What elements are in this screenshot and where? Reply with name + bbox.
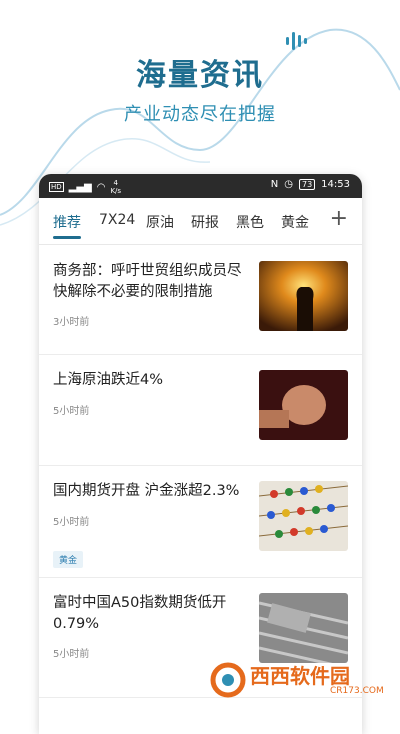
- watermark-url: CR173.COM: [330, 686, 384, 696]
- watermark: 西西软件园 CR173.COM: [210, 660, 390, 700]
- news-item[interactable]: 商务部：呼吁世贸组织成员尽快解除不必要的限制措施 3小时前: [39, 245, 362, 355]
- watermark-logo-icon: [210, 662, 246, 698]
- hd-icon: HD: [49, 182, 64, 192]
- tab-recommend[interactable]: 推荐: [53, 212, 81, 232]
- signal-icon: ▂▄▆: [68, 181, 92, 193]
- news-thumbnail: [259, 481, 348, 551]
- wifi-icon: ◠: [96, 181, 106, 193]
- status-bar: HD ▂▄▆ ◠ 4 K/s N ◷ 73 14:53: [39, 174, 362, 198]
- news-time: 3小时前: [53, 317, 90, 328]
- network-speed-unit: K/s: [110, 187, 122, 195]
- news-item[interactable]: 上海原油跌近4% 5小时前: [39, 354, 362, 466]
- news-title: 上海原油跌近4%: [53, 372, 164, 388]
- news-time: 5小时前: [53, 517, 90, 528]
- hero-title: 海量资讯: [136, 58, 264, 93]
- news-title: 富时中国A50指数期货低开0.79%: [53, 595, 227, 632]
- news-thumbnail: [259, 261, 348, 331]
- tab-gold[interactable]: 黄金: [281, 212, 309, 232]
- battery-level: 73: [301, 180, 313, 189]
- news-thumbnail: [259, 370, 348, 440]
- news-item[interactable]: 国内期货开盘 沪金涨超2.3% 5小时前 黄金: [39, 465, 362, 578]
- tab-7x24[interactable]: 7X24: [99, 212, 135, 228]
- news-title: 商务部：呼吁世贸组织成员尽快解除不必要的限制措施: [53, 263, 242, 300]
- battery-icon: 73: [298, 179, 316, 190]
- active-tab-indicator: [53, 236, 81, 239]
- add-tab-button[interactable]: +: [330, 206, 348, 231]
- news-time: 5小时前: [53, 649, 90, 660]
- news-title: 国内期货开盘 沪金涨超2.3%: [53, 483, 240, 499]
- watermark-brand: 西西软件园: [250, 664, 350, 688]
- alarm-icon: ◷: [284, 179, 293, 190]
- hero-subtitle: 产业动态尽在把握: [124, 104, 276, 125]
- status-time: 14:53: [321, 179, 350, 190]
- news-time: 5小时前: [53, 406, 90, 417]
- tab-crude-oil[interactable]: 原油: [146, 212, 174, 232]
- category-tabs: 推荐 7X24 原油 研报 黑色 黄金 +: [39, 198, 362, 245]
- phone-frame: HD ▂▄▆ ◠ 4 K/s N ◷ 73 14:53 推荐 7X24 原油 研…: [39, 174, 362, 734]
- tab-ferrous[interactable]: 黑色: [236, 212, 264, 232]
- tab-research[interactable]: 研报: [191, 212, 219, 232]
- nfc-icon: N: [270, 179, 279, 190]
- news-thumbnail: [259, 593, 348, 663]
- network-speed-value: 4: [113, 179, 118, 187]
- news-tag: 黄金: [53, 551, 84, 568]
